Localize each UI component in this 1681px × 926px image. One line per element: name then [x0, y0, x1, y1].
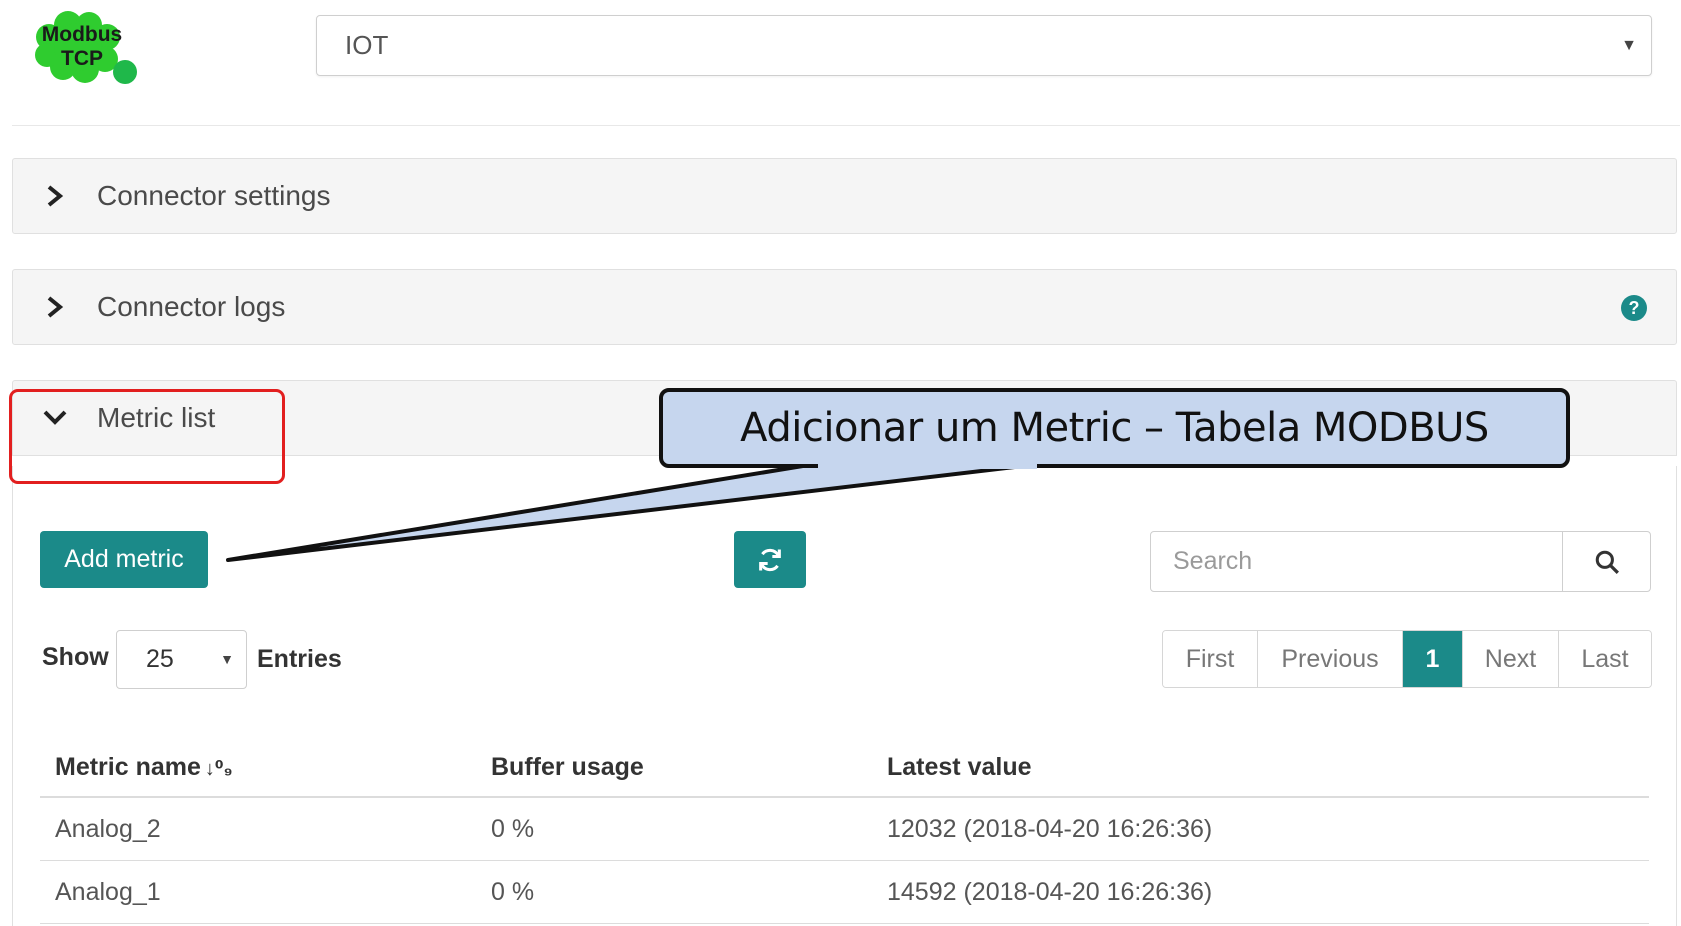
cell-latest-value: 12032 (2018-04-20 16:26:36)	[887, 814, 1213, 843]
logo-text: Modbus TCP	[37, 23, 127, 71]
pagination-last[interactable]: Last	[1559, 631, 1651, 687]
panel-title: Connector settings	[97, 180, 331, 211]
entries-select-value: 25	[146, 645, 174, 673]
callout-box: Adicionar um Metric – Tabela MODBUS	[659, 388, 1570, 468]
caret-down-icon: ▼	[220, 651, 234, 667]
chevron-right-icon	[13, 185, 97, 207]
device-select-value: IOT	[345, 30, 389, 60]
caret-down-icon: ▼	[1621, 37, 1637, 54]
modbus-tcp-logo: Modbus TCP	[33, 9, 143, 89]
add-metric-button[interactable]: Add metric	[40, 531, 208, 588]
pagination-first[interactable]: First	[1163, 631, 1258, 687]
search-input[interactable]	[1151, 532, 1562, 591]
logo-line2: TCP	[61, 47, 103, 70]
device-select[interactable]: IOT ▼	[316, 15, 1652, 76]
pagination: First Previous 1 Next Last	[1162, 630, 1652, 688]
divider	[12, 125, 1680, 126]
header-buffer-usage[interactable]: Buffer usage	[476, 753, 872, 782]
highlight-box	[9, 389, 285, 484]
sort-icon: ↓⁰₉	[204, 757, 233, 780]
chevron-right-icon	[13, 296, 97, 318]
connector-settings-panel-header[interactable]: Connector settings	[12, 158, 1677, 234]
cell-metric-name: Analog_2	[55, 814, 161, 843]
header-label: Metric name	[55, 752, 201, 781]
search-icon	[1595, 550, 1619, 574]
header-metric-name[interactable]: Metric name ↓⁰₉	[40, 753, 476, 782]
refresh-button[interactable]	[734, 531, 806, 588]
connector-logs-panel-header[interactable]: Connector logs ?	[12, 269, 1677, 345]
metric-table: Metric name ↓⁰₉ Buffer usage Latest value…	[40, 738, 1649, 924]
panel-title: Connector logs	[97, 291, 286, 322]
cell-metric-name: Analog_1	[55, 877, 161, 906]
pagination-next[interactable]: Next	[1463, 631, 1559, 687]
table-row: Analog_2 0 % 12032 (2018-04-20 16:26:36)	[40, 798, 1649, 861]
callout-text: Adicionar um Metric – Tabela MODBUS	[740, 405, 1489, 451]
table-header-row: Metric name ↓⁰₉ Buffer usage Latest value	[40, 738, 1649, 798]
pagination-previous[interactable]: Previous	[1258, 631, 1403, 687]
table-row: Analog_1 0 % 14592 (2018-04-20 16:26:36)	[40, 861, 1649, 924]
help-icon[interactable]: ?	[1621, 295, 1647, 321]
show-label: Show	[42, 643, 109, 671]
search-button[interactable]	[1562, 532, 1650, 591]
cell-latest-value: 14592 (2018-04-20 16:26:36)	[887, 877, 1213, 906]
header-latest-value[interactable]: Latest value	[872, 753, 1649, 782]
search-box	[1150, 531, 1651, 592]
logo-line1: Modbus	[41, 23, 123, 46]
cell-buffer-usage: 0 %	[491, 814, 535, 843]
cell-buffer-usage: 0 %	[491, 877, 535, 906]
entries-label: Entries	[257, 645, 342, 673]
entries-select[interactable]: 25 ▼	[116, 630, 247, 689]
pagination-page-current[interactable]: 1	[1403, 631, 1463, 687]
refresh-icon	[759, 548, 781, 571]
